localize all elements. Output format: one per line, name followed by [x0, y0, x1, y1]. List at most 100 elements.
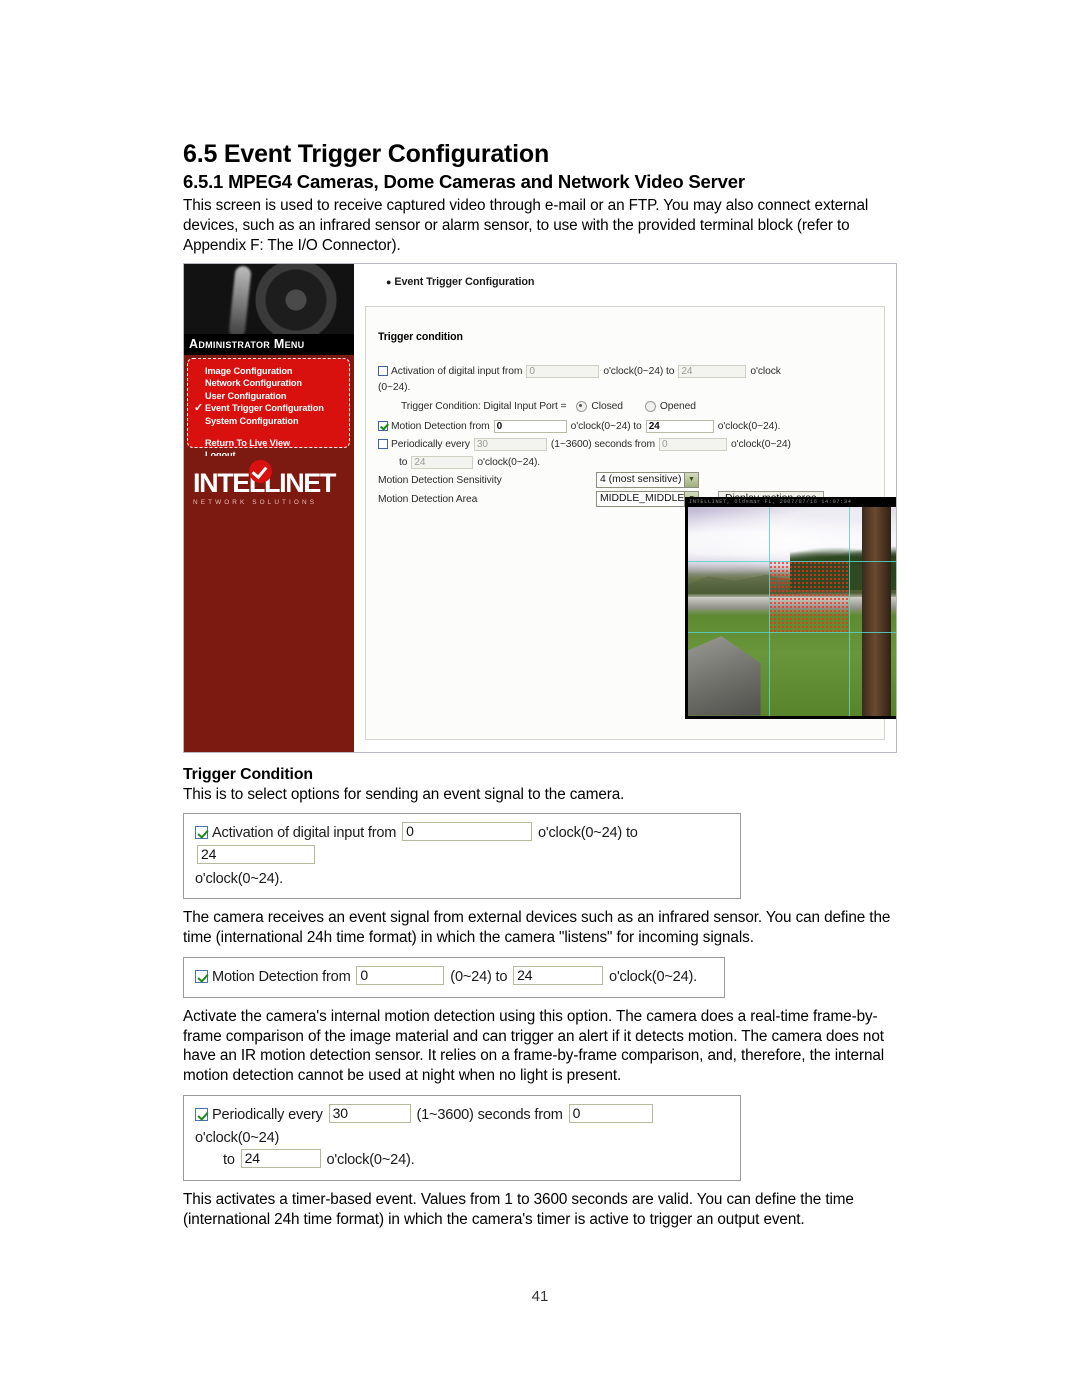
digital-input-checkbox[interactable]	[378, 366, 388, 377]
periodically-label-end: o'clock(0~24).	[477, 456, 541, 468]
motion-area-label: Motion Detection Area	[378, 493, 478, 505]
figure-label-mid: o'clock(0~24) to	[537, 825, 638, 842]
figure-digital-input: Activation of digital input from 0 o'clo…	[183, 813, 741, 900]
radio-closed-label: Closed	[591, 400, 623, 412]
chevron-down-icon: ▼	[684, 472, 698, 487]
figure-from-field[interactable]: 0	[568, 1104, 653, 1124]
digital-input-label-before: Activation of digital input from	[391, 365, 523, 377]
sidebar-item-user-configuration[interactable]: User Configuration	[205, 390, 349, 403]
sidebar-item-network-configuration[interactable]: Network Configuration	[205, 377, 349, 390]
periodically-to-field[interactable]: 24	[411, 455, 474, 469]
paragraph-periodically: This activates a timer-based event. Valu…	[183, 1190, 854, 1228]
figure-label-before: Periodically every	[212, 1107, 323, 1124]
periodically-second-row: to 24 o'clock(0~24).	[399, 455, 541, 469]
camera-preview[interactable]: INTELLINET, Oldsmar FL, 2007/07/16 14:07…	[685, 496, 896, 719]
digital-input-wrap-label: (0~24).	[378, 382, 410, 393]
section-title: 6.5 Event Trigger Configuration	[183, 140, 550, 168]
motion-area-select[interactable]: MIDDLE_MIDDLE ▼	[596, 490, 699, 507]
sidebar-item-event-trigger-configuration[interactable]: ✓ Event Trigger Configuration	[194, 402, 349, 415]
breadcrumb-label: Event Trigger Configuration	[394, 275, 535, 288]
motion-detection-row: Motion Detection from 0 o'clock(0~24) to…	[378, 419, 781, 433]
brand-tagline: NETWORK SOLUTIONS	[193, 498, 318, 506]
motion-detection-label-after: o'clock(0~24).	[717, 420, 781, 432]
grid-line-horizontal	[688, 631, 896, 633]
motion-detection-checkbox-figure[interactable]	[195, 970, 208, 984]
sensitivity-select[interactable]: 4 (most sensitive) ▼	[596, 471, 699, 488]
digital-input-checkbox-figure[interactable]	[195, 826, 208, 840]
sidebar-item-label: Return To Live View	[205, 437, 291, 448]
sidebar-item-label: Image Configuration	[205, 365, 293, 376]
intro-paragraph: This screen is used to receive captured …	[183, 196, 869, 254]
motion-detection-label-mid: o'clock(0~24) to	[570, 420, 642, 432]
figure-to-field[interactable]: 24	[197, 845, 315, 865]
sidebar-item-label: Event Trigger Configuration	[205, 403, 324, 414]
sensitivity-value: 4 (most sensitive)	[600, 474, 682, 486]
trigger-condition-heading: Trigger Condition	[183, 765, 313, 783]
admin-ui-screenshot: Administrator Menu Image Configuration N…	[183, 262, 897, 753]
checkmark-icon: ✓	[194, 402, 204, 415]
grid-line-vertical	[849, 506, 851, 716]
bullet-icon: ●	[386, 276, 392, 287]
figure-label-to: to	[223, 1152, 235, 1169]
admin-menu-panel: Image Configuration Network Configuratio…	[187, 357, 350, 460]
motion-detection-label-before: Motion Detection from	[391, 420, 490, 432]
radio-closed[interactable]	[576, 400, 588, 412]
digital-input-label-after: o'clock	[750, 365, 781, 377]
figure-periodically: Periodically every 30 (1~3600) seconds f…	[183, 1095, 741, 1181]
page-number: 41	[531, 1288, 549, 1305]
digital-input-to-field[interactable]: 24	[678, 364, 747, 378]
figure-to-field[interactable]: 24	[513, 966, 604, 986]
sidebar-item-system-configuration[interactable]: System Configuration	[205, 415, 349, 428]
figure-label-before: Motion Detection from	[212, 969, 351, 986]
figure-from-field[interactable]: 0	[402, 822, 533, 842]
digital-input-label-mid: o'clock(0~24) to	[603, 365, 675, 377]
figure-label-wrap: o'clock(0~24).	[195, 870, 283, 887]
figure-motion-detection: Motion Detection from 0 (0~24) to 24 o'c…	[183, 957, 725, 998]
figure-from-field[interactable]: 0	[356, 966, 445, 986]
digital-input-port-label: Trigger Condition: Digital Input Port =	[401, 400, 567, 412]
camera-scene	[688, 506, 896, 716]
administrator-menu-header: Administrator Menu	[184, 333, 354, 355]
sidebar-item-return-to-live-view[interactable]: Return To Live View	[205, 437, 349, 450]
digital-input-wrap-text: (0~24).	[378, 381, 411, 393]
periodically-interval-field[interactable]: 30	[473, 437, 547, 451]
periodically-label-before: Periodically every	[391, 438, 470, 450]
figure-label-after: o'clock(0~24)	[195, 1129, 280, 1146]
trigger-condition-intro: This is to select options for sending an…	[183, 785, 625, 803]
sensitivity-row: Motion Detection Sensitivity	[378, 475, 502, 486]
digital-input-from-field[interactable]: 0	[526, 364, 600, 378]
motion-detection-checkbox[interactable]	[378, 421, 388, 432]
sidebar-item-label: Network Configuration	[205, 378, 302, 389]
figure-label-end: o'clock(0~24).	[326, 1152, 415, 1169]
panel-title: Trigger condition	[378, 330, 463, 343]
shed-structure	[688, 636, 761, 716]
periodically-row: Periodically every 30 (1~3600) seconds f…	[378, 437, 791, 451]
periodically-checkbox-figure[interactable]	[195, 1108, 208, 1122]
subsection-title: 6.5.1 MPEG4 Cameras, Dome Cameras and Ne…	[183, 170, 745, 192]
motion-detection-to-field[interactable]: 24	[645, 419, 714, 433]
admin-main-panel: ● Event Trigger Configuration Trigger con…	[354, 263, 896, 752]
paragraph-digital-input: The camera receives an event signal from…	[183, 909, 891, 947]
page-content: 6.5 Event Trigger Configuration 6.5.1 MP…	[183, 140, 899, 1236]
paragraph-motion-detection: Activate the camera's internal motion de…	[183, 1007, 885, 1085]
motion-area-row: Motion Detection Area	[378, 494, 477, 505]
figure-label-mid: (0~24) to	[450, 969, 508, 986]
admin-sidebar: Administrator Menu Image Configuration N…	[184, 263, 354, 752]
sidebar-item-label: System Configuration	[205, 415, 299, 426]
sidebar-item-image-configuration[interactable]: Image Configuration	[205, 365, 349, 378]
radio-opened[interactable]	[644, 400, 656, 412]
figure-label-before: Activation of digital input from	[212, 825, 397, 842]
periodically-checkbox[interactable]	[378, 439, 388, 450]
checkmark-logo-icon	[249, 459, 272, 483]
sidebar-item-label: User Configuration	[205, 390, 287, 401]
intellinet-logo: INTELLINET NETWORK SOLUTIONS	[193, 459, 345, 506]
figure-interval-field[interactable]: 30	[328, 1104, 411, 1124]
periodically-from-field[interactable]: 0	[658, 437, 727, 451]
motion-detection-area-overlay	[768, 560, 850, 632]
motion-area-value: MIDDLE_MIDDLE	[600, 493, 685, 505]
figure-to-field[interactable]: 24	[240, 1149, 321, 1169]
digital-input-row: Activation of digital input from 0 o'clo…	[378, 364, 781, 378]
motion-detection-from-field[interactable]: 0	[493, 419, 567, 433]
brand-area: INTELLINET NETWORK SOLUTIONS	[184, 455, 354, 752]
sensitivity-label: Motion Detection Sensitivity	[378, 474, 502, 486]
